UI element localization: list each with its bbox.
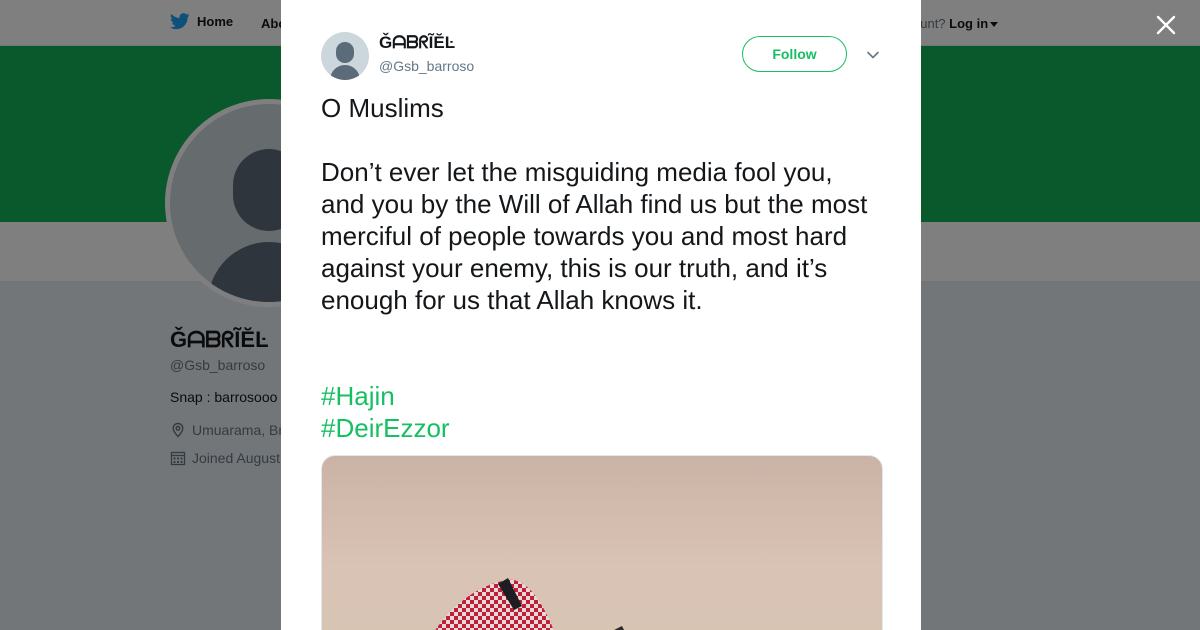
tweet-text: O Muslims Don’t ever let the misguiding … (321, 93, 868, 315)
tweet-modal: ǦᗩᗷᖇĨĔĿ @Gsb_barroso Follow O Muslims Do… (281, 0, 921, 630)
close-icon (1156, 15, 1176, 35)
chevron-down-icon (867, 51, 879, 59)
follow-button[interactable]: Follow (742, 36, 847, 72)
media-content-graphic (435, 578, 624, 630)
tweet-author-name[interactable]: ǦᗩᗷᖇĨĔĿ (379, 33, 455, 53)
more-options-button[interactable] (866, 48, 880, 62)
tweet-hashtags: #Hajin #DeirEzzor (321, 380, 881, 444)
tweet-media-image[interactable] (321, 455, 883, 630)
hashtag-link[interactable]: #DeirEzzor (321, 412, 881, 444)
hashtag-link[interactable]: #Hajin (321, 380, 881, 412)
tweet-author-handle[interactable]: @Gsb_barroso (379, 58, 474, 74)
close-button[interactable] (1152, 11, 1180, 39)
tweet-author-avatar[interactable] (321, 32, 369, 80)
